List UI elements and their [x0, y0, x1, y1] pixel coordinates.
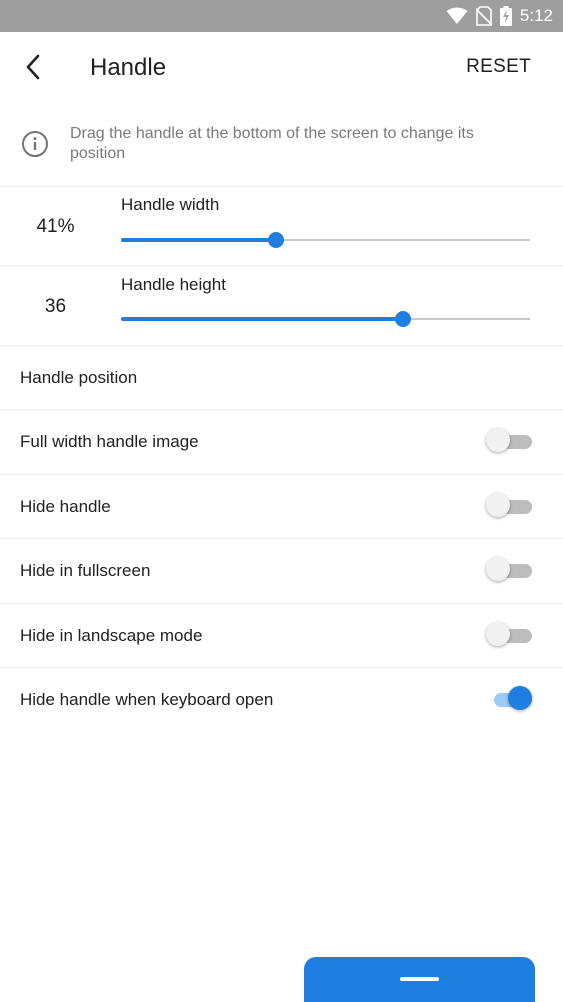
switch-thumb — [486, 622, 510, 646]
page-title: Handle — [90, 54, 167, 81]
slider-thumb[interactable] — [395, 311, 412, 327]
chevron-left-icon — [26, 54, 40, 80]
handle-width-value: 41% — [36, 216, 75, 237]
hide-in-fullscreen-switch[interactable] — [486, 557, 532, 581]
drag-handle[interactable] — [304, 957, 535, 1002]
handle-grip — [400, 977, 439, 981]
switch-thumb — [486, 428, 510, 452]
handle-width-label: Handle width — [121, 195, 220, 214]
info-text: Drag the handle at the bottom of the scr… — [70, 125, 474, 162]
slider-fill — [121, 238, 277, 242]
toolbar: Handle RESET — [0, 32, 563, 102]
slider-row-handle-height: 36 Handle height — [0, 266, 563, 345]
info-row: Drag the handle at the bottom of the scr… — [0, 112, 563, 186]
back-button[interactable] — [14, 47, 54, 87]
slider-thumb[interactable] — [268, 232, 285, 248]
full-width-handle-image-switch[interactable] — [486, 428, 532, 452]
toggle-label: Hide in landscape mode — [20, 626, 203, 645]
toggle-label: Hide handle — [20, 497, 111, 516]
switch-thumb — [508, 686, 532, 710]
status-bar: 5:12 — [0, 0, 563, 32]
handle-height-label: Handle height — [121, 275, 226, 294]
toggle-label: Full width handle image — [20, 432, 199, 451]
handle-position-label: Handle position — [20, 368, 138, 387]
handle-position-row[interactable]: Handle position — [0, 346, 563, 410]
status-icons: 5:12 — [446, 5, 553, 27]
hide-handle-switch[interactable] — [486, 493, 532, 517]
toggle-label: Hide in fullscreen — [20, 561, 151, 580]
toggle-label: Hide handle when keyboard open — [20, 690, 274, 709]
wifi-icon — [446, 7, 468, 24]
handle-settings-screen: 5:12 Handle RESET Drag the handle at the… — [0, 0, 563, 1002]
toggle-row-full-width-handle-image[interactable]: Full width handle image — [0, 410, 563, 474]
toggle-row-hide-handle[interactable]: Hide handle — [0, 475, 563, 539]
handle-width-slider[interactable] — [121, 232, 530, 248]
no-sim-icon — [475, 6, 492, 26]
switch-thumb — [486, 493, 510, 517]
toggle-row-hide-in-fullscreen[interactable]: Hide in fullscreen — [0, 539, 563, 603]
info-circle-icon — [22, 131, 48, 157]
hide-in-landscape-mode-switch[interactable] — [486, 622, 532, 646]
battery-charging-icon — [499, 6, 512, 26]
slider-row-handle-width: 41% Handle width — [0, 187, 563, 266]
hide-handle-when-keyboard-open-switch[interactable] — [490, 686, 532, 710]
handle-height-slider[interactable] — [121, 311, 530, 327]
status-time: 5:12 — [519, 6, 553, 25]
handle-height-value: 36 — [44, 296, 67, 317]
toggle-row-hide-handle-when-keyboard-open[interactable]: Hide handle when keyboard open — [0, 668, 563, 732]
switch-thumb — [486, 557, 510, 581]
toggle-row-hide-in-landscape-mode[interactable]: Hide in landscape mode — [0, 604, 563, 668]
slider-fill — [121, 317, 404, 321]
reset-button[interactable]: RESET — [466, 56, 531, 78]
